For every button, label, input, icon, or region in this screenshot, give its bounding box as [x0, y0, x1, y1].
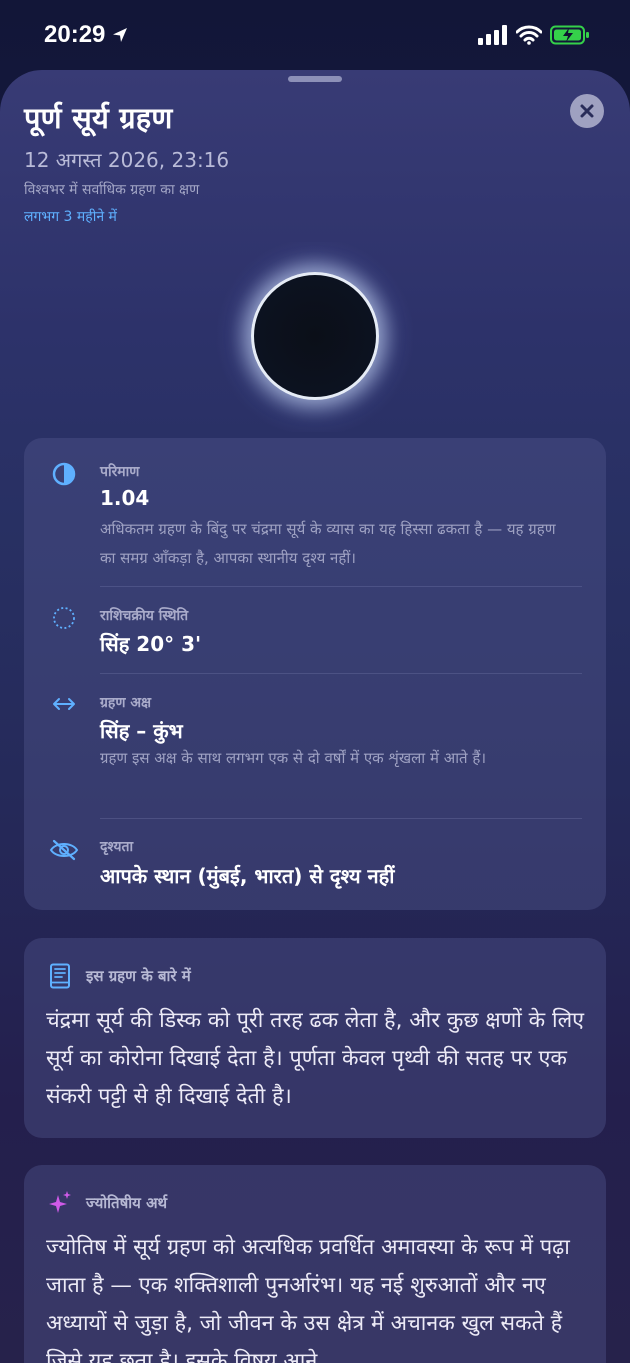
about-body: चंद्रमा सूर्य की डिस्क को पूरी तरह ढक ले…	[46, 1008, 585, 1109]
zodiac-label: राशिचक्रीय स्थिति	[100, 608, 189, 624]
zodiac-value: सिंह 20° 3'	[100, 632, 202, 656]
eclipse-subtitle: विश्वभर में सर्वाधिक ग्रहण का क्षण	[24, 182, 200, 198]
page-title: पूर्ण सूर्य ग्रहण	[24, 101, 173, 135]
eye-slash-icon	[48, 836, 80, 864]
eclipse-illustration	[215, 242, 415, 432]
magnitude-label: परिमाण	[100, 464, 140, 480]
close-icon	[580, 104, 594, 118]
visibility-value: आपके स्थान (मुंबई, भारत) से दृश्य नहीं	[100, 864, 395, 888]
about-card: इस ग्रहण के बारे में चंद्रमा सूर्य की डि…	[24, 938, 606, 1138]
book-icon	[46, 962, 74, 990]
eclipse-detail-sheet: पूर्ण सूर्य ग्रहण 12 अगस्त 2026, 23:16 व…	[0, 70, 630, 1363]
time-text: 20:29	[44, 21, 106, 48]
axis-description: ग्रहण इस अक्ष के साथ लगभग एक से दो वर्षो…	[100, 749, 486, 767]
axis-label: ग्रहण अक्ष	[100, 695, 152, 711]
dotted-circle-icon	[50, 604, 78, 632]
eclipse-eta: लगभग 3 महीने में	[24, 209, 117, 225]
location-arrow-icon	[113, 28, 128, 42]
wifi-icon	[516, 25, 542, 45]
astrology-body: ज्योतिष में सूर्य ग्रहण को अत्यधिक प्रवर…	[46, 1235, 570, 1363]
status-bar: 20:29	[0, 0, 630, 70]
status-time: 20:29	[44, 21, 129, 49]
sparkles-icon	[46, 1189, 74, 1217]
sheet-grabber[interactable]	[288, 76, 342, 82]
about-title: इस ग्रहण के बारे में	[86, 967, 191, 985]
visibility-label: दृश्यता	[100, 839, 134, 855]
battery-charging-icon	[550, 25, 589, 45]
astrology-card: ज्योतिषीय अर्थ ज्योतिष में सूर्य ग्रहण क…	[24, 1165, 606, 1363]
divider	[100, 673, 582, 674]
signal-icon	[478, 25, 507, 45]
eclipse-date: 12 अगस्त 2026, 23:16	[24, 148, 230, 172]
moon-disc	[251, 272, 379, 400]
divider	[100, 586, 582, 587]
half-circle-icon	[50, 460, 78, 488]
divider	[100, 818, 582, 819]
left-right-arrow-icon	[50, 690, 78, 718]
magnitude-value: 1.04	[100, 486, 150, 510]
axis-value: सिंह – कुंभ	[100, 719, 183, 743]
close-button[interactable]	[570, 94, 604, 128]
astrology-title: ज्योतिषीय अर्थ	[86, 1194, 168, 1212]
magnitude-description: अधिकतम ग्रहण के बिंदु पर चंद्रमा सूर्य क…	[100, 520, 556, 567]
details-card: परिमाण 1.04 अधिकतम ग्रहण के बिंदु पर चंद…	[24, 438, 606, 910]
